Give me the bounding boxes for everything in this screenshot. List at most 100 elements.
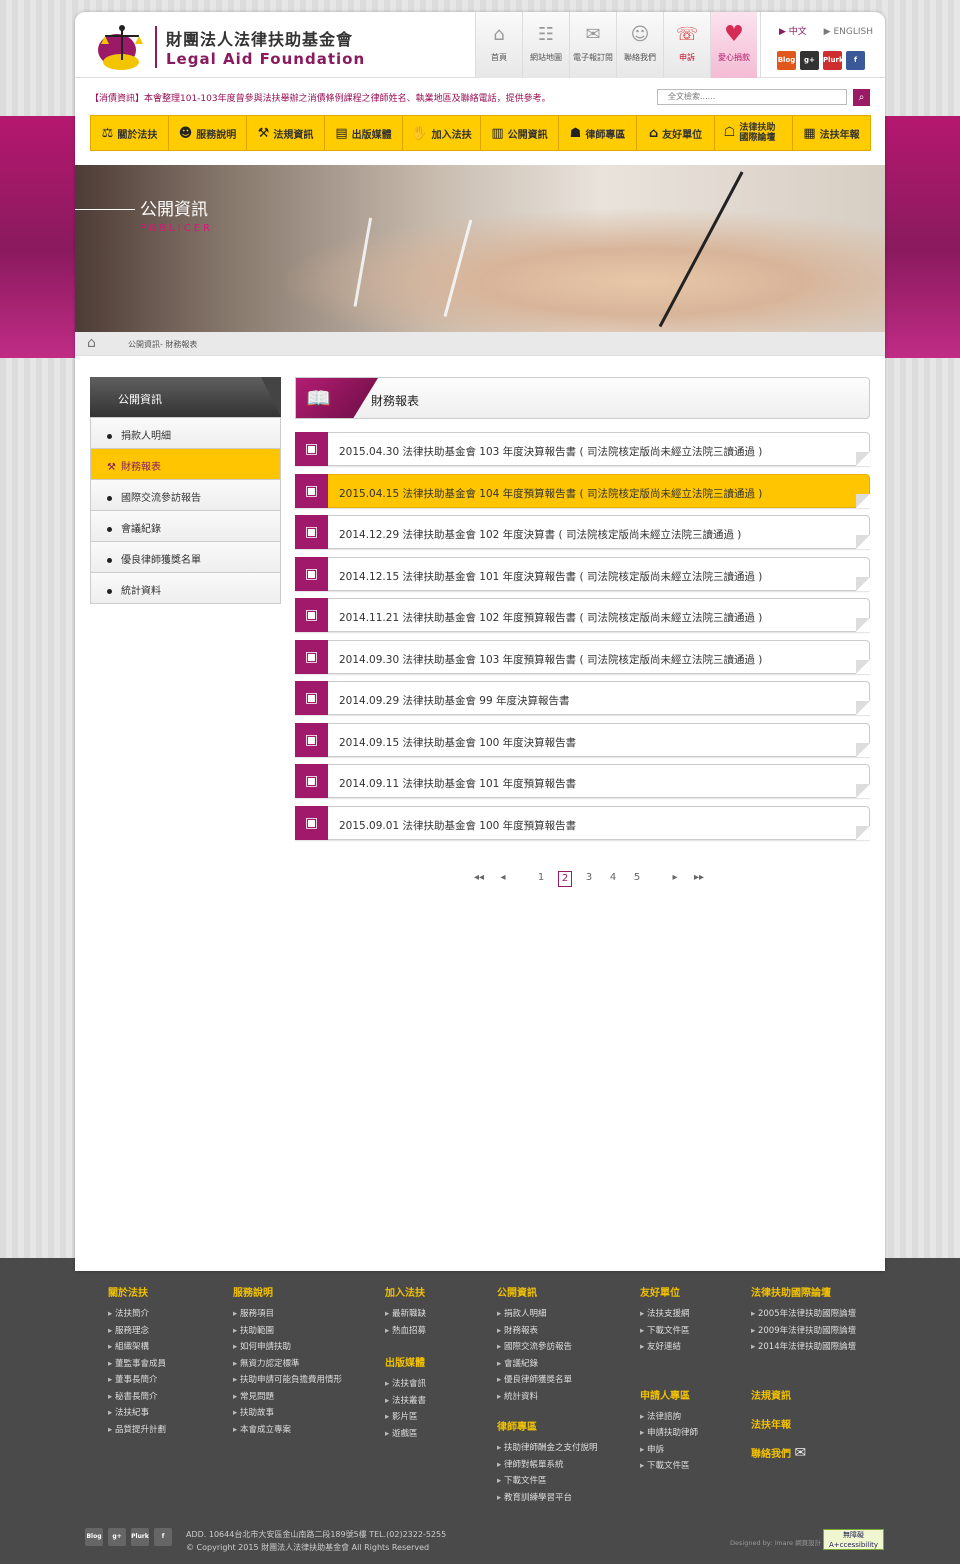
- main-nav-services[interactable]: ☻ 服務說明: [169, 116, 247, 150]
- footer-link[interactable]: 法扶會訊: [385, 1377, 426, 1394]
- footer-link[interactable]: 秘書長簡介: [108, 1390, 166, 1407]
- report-row[interactable]: ▣ 2015.09.01 法律扶助基金會 100 年度預算報告書: [295, 805, 870, 840]
- main-nav-join[interactable]: ✋ 加入法扶: [403, 116, 481, 150]
- main-nav-forum[interactable]: ☖ 法律扶助國際論壇: [715, 116, 793, 150]
- sidebar-item-financial-reports[interactable]: ⚒ 財務報表: [91, 448, 280, 479]
- first-page-button[interactable]: ◂◂: [467, 871, 491, 887]
- logo-icon[interactable]: [93, 22, 155, 72]
- footer-link[interactable]: 遊戲區: [385, 1427, 426, 1444]
- news-ticker[interactable]: 【消債資訊】本會整理101-103年度曾參與法扶舉辦之消債條例課程之律師姓名、執…: [90, 91, 551, 104]
- org-name-zh[interactable]: 財團法人法律扶助基金會: [166, 26, 353, 50]
- footer-link[interactable]: 法扶叢書: [385, 1394, 426, 1411]
- search-input[interactable]: 全文檢索......: [657, 89, 847, 105]
- page-link-current[interactable]: 2: [558, 871, 572, 887]
- footer-link[interactable]: 教育訓練學習平台: [497, 1491, 597, 1508]
- footer-link[interactable]: 申訴: [640, 1443, 698, 1460]
- footer-link[interactable]: 申請扶助律師: [640, 1426, 698, 1443]
- report-row[interactable]: ▣ 2014.09.11 法律扶助基金會 101 年度預算報告書: [295, 764, 870, 798]
- footer-link[interactable]: 熱血招募: [385, 1324, 426, 1341]
- footer-heading[interactable]: 加入法扶: [385, 1284, 426, 1299]
- main-nav-partners[interactable]: ⌂ 友好單位: [637, 116, 715, 150]
- plurk-icon[interactable]: Plurk: [823, 51, 844, 70]
- report-row[interactable]: ▣ 2014.12.29 法律扶助基金會 102 年度決算書 ( 司法院核定版尚未…: [295, 515, 870, 549]
- main-nav-regulations[interactable]: ⚒ 法規資訊: [247, 116, 325, 150]
- sidebar-item-statistics[interactable]: 統計資料: [91, 572, 280, 603]
- footer-link[interactable]: 優良律師獲獎名單: [497, 1373, 597, 1390]
- footer-link[interactable]: 如何申請扶助: [233, 1340, 342, 1357]
- plurk-icon[interactable]: Plurk: [131, 1528, 149, 1546]
- report-row[interactable]: ▣ 2015.04.15 法律扶助基金會 104 年度預算報告書 ( 司法院核定版…: [295, 473, 870, 508]
- footer-link[interactable]: 扶助範圍: [233, 1324, 342, 1341]
- footer-heading[interactable]: 法扶年報: [751, 1416, 856, 1431]
- main-nav-annual-report[interactable]: ▦ 法扶年報: [793, 116, 870, 150]
- last-page-button[interactable]: ▸▸: [687, 871, 711, 887]
- page-link[interactable]: 1: [529, 871, 553, 887]
- home-icon[interactable]: ⌂: [87, 335, 96, 351]
- page-link[interactable]: 4: [601, 871, 625, 887]
- top-nav-contact[interactable]: ☺ 聯絡我們: [616, 12, 663, 78]
- report-row[interactable]: ▣ 2014.11.21 法律扶助基金會 102 年度預算報告書 ( 司法院核定版…: [295, 598, 870, 632]
- top-nav-newsletter[interactable]: ✉ 電子報訂閱: [569, 12, 616, 78]
- accessibility-badge[interactable]: 無障礙 A+ccessibility: [823, 1529, 884, 1550]
- report-row[interactable]: ▣ 2014.09.15 法律扶助基金會 100 年度決算報告書: [295, 722, 870, 757]
- footer-heading[interactable]: 律師專區: [497, 1418, 597, 1433]
- footer-link[interactable]: 會議紀錄: [497, 1357, 597, 1374]
- next-page-button[interactable]: ▸: [663, 871, 687, 887]
- facebook-icon[interactable]: f: [846, 51, 865, 70]
- footer-link[interactable]: 2005年法律扶助國際論壇: [751, 1307, 856, 1324]
- top-nav-sitemap[interactable]: ☷ 網站地圖: [522, 12, 569, 78]
- top-nav-complaint[interactable]: ☏ 申訴: [663, 12, 710, 78]
- footer-link[interactable]: 下載文件區: [497, 1474, 597, 1491]
- footer-heading[interactable]: 友好單位: [640, 1284, 698, 1299]
- footer-link[interactable]: 組織架構: [108, 1340, 166, 1357]
- footer-link[interactable]: 扶助故事: [233, 1406, 342, 1423]
- footer-heading[interactable]: 申請人專區: [640, 1387, 698, 1402]
- footer-link[interactable]: 下載文件區: [640, 1324, 698, 1341]
- report-row[interactable]: ▣ 2014.12.15 法律扶助基金會 101 年度決算報告書 ( 司法院核定版…: [295, 556, 870, 591]
- footer-link[interactable]: 影片區: [385, 1410, 426, 1427]
- footer-link[interactable]: 最新職缺: [385, 1307, 426, 1324]
- sidebar-item-donors[interactable]: 捐款人明細: [91, 417, 280, 448]
- google-plus-icon[interactable]: g+: [800, 51, 819, 70]
- search-button[interactable]: ⌕: [853, 89, 870, 106]
- prev-page-button[interactable]: ◂: [491, 871, 515, 887]
- main-nav-public-info[interactable]: ▥ 公開資訊: [481, 116, 559, 150]
- lang-zh-link[interactable]: ▶ 中文: [779, 27, 807, 37]
- main-nav-lawyers[interactable]: ☗ 律師專區: [559, 116, 637, 150]
- footer-link[interactable]: 法律諮詢: [640, 1410, 698, 1427]
- report-row[interactable]: ▣ 2015.04.30 法律扶助基金會 103 年度決算報告書 ( 司法院核定版…: [295, 432, 870, 466]
- designer-credit[interactable]: Designed by: imare 網頁設計: [730, 1537, 821, 1547]
- footer-heading[interactable]: 出版媒體: [385, 1354, 426, 1369]
- footer-link[interactable]: 法扶紀事: [108, 1406, 166, 1423]
- footer-link[interactable]: 董監事會成員: [108, 1357, 166, 1374]
- footer-heading[interactable]: 公開資訊: [497, 1284, 597, 1299]
- page-link[interactable]: 5: [625, 871, 649, 887]
- footer-link[interactable]: 財務報表: [497, 1324, 597, 1341]
- footer-link[interactable]: 品質提升計劃: [108, 1423, 166, 1440]
- main-nav-publications[interactable]: ▤ 出版媒體: [325, 116, 403, 150]
- report-row[interactable]: ▣ 2014.09.30 法律扶助基金會 103 年度預算報告書 ( 司法院核定版…: [295, 639, 870, 674]
- footer-heading[interactable]: 法律扶助國際論壇: [751, 1284, 856, 1299]
- lang-en-link[interactable]: ▶ ENGLISH: [824, 27, 873, 37]
- main-nav-about[interactable]: ⚖ 關於法扶: [91, 116, 169, 150]
- top-nav-home[interactable]: ⌂ 首頁: [475, 12, 522, 78]
- footer-heading[interactable]: 服務說明: [233, 1284, 342, 1299]
- footer-link[interactable]: 國際交流參訪報告: [497, 1340, 597, 1357]
- top-nav-donate[interactable]: ♥ 愛心捐款: [710, 12, 757, 78]
- footer-link[interactable]: 捐款人明細: [497, 1307, 597, 1324]
- footer-link[interactable]: 2014年法律扶助國際論壇: [751, 1340, 856, 1357]
- org-name-en[interactable]: Legal Aid Foundation: [166, 50, 365, 68]
- footer-link[interactable]: 常見問題: [233, 1390, 342, 1407]
- sidebar-item-meeting-records[interactable]: 會議紀錄: [91, 510, 280, 541]
- footer-heading[interactable]: 關於法扶: [108, 1284, 166, 1299]
- footer-link[interactable]: 下載文件區: [640, 1459, 698, 1476]
- footer-link[interactable]: 統計資料: [497, 1390, 597, 1407]
- footer-link[interactable]: 扶助申請可能負擔費用情形: [233, 1373, 342, 1390]
- sidebar-item-exchange-reports[interactable]: 國際交流參訪報告: [91, 479, 280, 510]
- footer-link[interactable]: 本會成立專案: [233, 1423, 342, 1440]
- footer-link[interactable]: 2009年法律扶助國際論壇: [751, 1324, 856, 1341]
- footer-link[interactable]: 無資力認定標準: [233, 1357, 342, 1374]
- footer-link[interactable]: 扶助律師酬金之支付說明: [497, 1441, 598, 1458]
- footer-link[interactable]: 董事長簡介: [108, 1373, 166, 1390]
- footer-contact[interactable]: 聯絡我們 ✉: [751, 1445, 856, 1461]
